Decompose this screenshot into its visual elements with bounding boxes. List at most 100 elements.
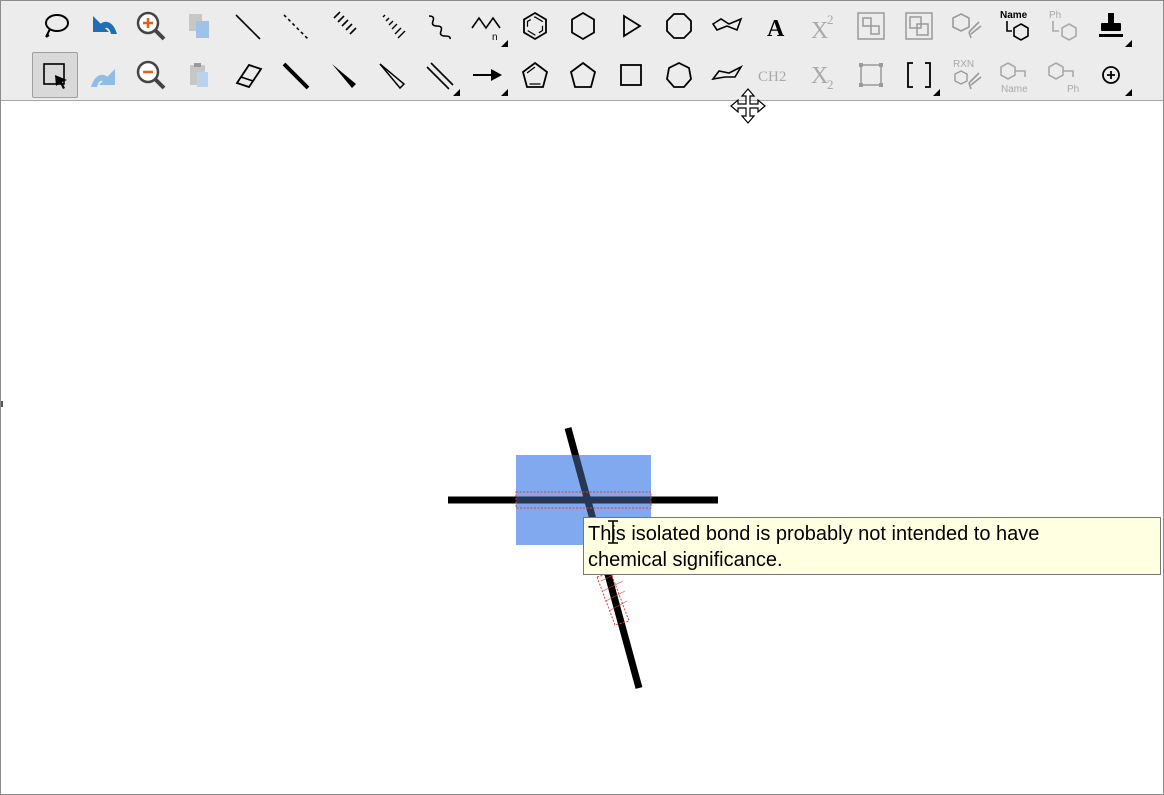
lasso-icon <box>45 14 69 38</box>
tooltip-line-2: chemical significance. <box>588 549 783 571</box>
structure-to-name-icon: Name <box>1000 10 1029 41</box>
molecule-drawing <box>448 427 718 689</box>
group-2-button[interactable] <box>848 52 894 98</box>
wavy-bond-tool[interactable] <box>416 3 462 49</box>
bold-bond-tool[interactable] <box>272 52 318 98</box>
eraser-tool[interactable] <box>224 52 270 98</box>
redo-button[interactable] <box>80 52 126 98</box>
paste-icon <box>190 63 208 87</box>
double-bond-tool[interactable] <box>416 52 462 98</box>
tooltip-line-1: This isolated bond is probably not inten… <box>588 523 1040 545</box>
cyclobutane-tool[interactable] <box>608 52 654 98</box>
cyclobutane-icon <box>620 64 642 86</box>
expand-label-icon: Ph <box>1049 10 1077 41</box>
superscript-tool[interactable]: X2 <box>800 3 846 49</box>
expand-label-button[interactable]: Ph <box>1040 3 1086 49</box>
clean-reaction-button[interactable]: RXN <box>944 52 990 98</box>
drawing-canvas[interactable] <box>1 101 1163 794</box>
single-bond-icon <box>235 14 261 40</box>
hollow-wedge-bond-icon <box>379 63 406 90</box>
ungroup-button[interactable] <box>896 3 942 49</box>
subscript-tool[interactable]: X2 <box>800 52 846 98</box>
wedge-bond-icon <box>332 64 356 88</box>
cyclooctane-tool[interactable] <box>656 3 702 49</box>
charge-tool[interactable] <box>1088 52 1134 98</box>
move-cursor-icon <box>730 88 766 124</box>
clean-reaction-icon: RXN <box>953 59 982 90</box>
zoom-out-icon <box>136 60 166 90</box>
contract-label-button[interactable]: Ph <box>1040 52 1086 98</box>
superscript-label: X <box>811 18 828 44</box>
contract-label-icon: Ph <box>1048 62 1079 95</box>
edge-marker <box>1 401 3 407</box>
subscript-label: X <box>811 63 828 89</box>
hollow-wedge-bond-tool[interactable] <box>368 52 414 98</box>
text-tool[interactable]: A <box>752 3 798 49</box>
warning-tooltip: This isolated bond is probably not inten… <box>583 517 1161 575</box>
cyclooctane-icon <box>666 13 692 39</box>
redo-icon <box>91 69 115 87</box>
superscript-icon: X2 <box>811 12 834 44</box>
cyclopentadiene-tool[interactable] <box>512 52 558 98</box>
ph-label-2: Ph <box>1067 84 1079 95</box>
structure-to-name-button[interactable]: Name <box>992 3 1038 49</box>
text-icon: A <box>767 16 785 42</box>
select-tool[interactable] <box>32 52 78 98</box>
repeat-n-label: n <box>492 32 498 43</box>
cyclopentane-icon <box>569 61 597 88</box>
cyclopentadiene-icon <box>521 61 549 88</box>
undo-button[interactable] <box>80 3 126 49</box>
text-tool-label: A <box>767 16 785 42</box>
chain-tool[interactable]: n <box>464 3 510 49</box>
copy-icon <box>189 14 209 38</box>
benzene-tool[interactable] <box>512 3 558 49</box>
clean-structure-icon <box>952 13 982 39</box>
ch2-label: CH2 <box>758 69 786 85</box>
undo-icon <box>93 16 117 34</box>
cyclopentane-tool[interactable] <box>560 52 606 98</box>
zoom-in-button[interactable] <box>128 3 174 49</box>
hashed-wedge-bond-tool[interactable] <box>368 3 414 49</box>
arrow-tool[interactable] <box>464 52 510 98</box>
bold-bond-icon <box>282 62 310 90</box>
name-to-structure-icon: Name <box>1000 62 1028 95</box>
brackets-tool[interactable] <box>896 52 942 98</box>
ph-label: Ph <box>1049 10 1061 21</box>
cycloheptane-icon <box>666 61 692 88</box>
cyclohexane-chair-icon <box>711 17 743 32</box>
cyclohexane-icon <box>571 11 595 41</box>
rxn-label: RXN <box>953 59 974 70</box>
dashed-bond-icon <box>283 14 309 40</box>
benzene-icon <box>523 11 547 41</box>
cyclohexane-chair-tool[interactable] <box>704 3 750 49</box>
copy-button[interactable] <box>176 3 222 49</box>
clean-structure-button[interactable] <box>944 3 990 49</box>
toolbar: n A X2 Name Ph CH2 X 2 RXN Name Ph <box>1 1 1163 101</box>
single-bond-tool[interactable] <box>224 3 270 49</box>
name-label-2: Name <box>1001 84 1028 95</box>
paste-button[interactable] <box>176 52 222 98</box>
zoom-out-button[interactable] <box>128 52 174 98</box>
lasso-tool[interactable] <box>32 3 78 49</box>
group-button[interactable] <box>848 3 894 49</box>
select-icon <box>43 63 67 89</box>
hashed-bond-tool[interactable] <box>320 3 366 49</box>
dashed-bond-tool[interactable] <box>272 3 318 49</box>
subscript-index: 2 <box>827 77 834 92</box>
group-2-icon <box>859 63 883 87</box>
wedge-bond-tool[interactable] <box>320 52 366 98</box>
subscript-icon: X2 <box>811 63 834 92</box>
cycloheptane-tool[interactable] <box>656 52 702 98</box>
eraser-icon <box>235 63 263 89</box>
name-to-structure-button[interactable]: Name <box>992 52 1038 98</box>
name-label: Name <box>1000 10 1028 21</box>
cyclohexane-tool[interactable] <box>560 3 606 49</box>
group-icon <box>857 12 885 40</box>
hashed-bond-icon <box>333 11 357 35</box>
text-cursor-icon <box>608 520 618 544</box>
cyclopropane-tool[interactable] <box>608 3 654 49</box>
chemdraw-window: n A X2 Name Ph CH2 X 2 RXN Name Ph This … <box>0 0 1164 795</box>
ungroup-icon <box>905 12 933 40</box>
stamp-tool[interactable] <box>1088 3 1134 49</box>
wavy-bond-icon <box>428 15 451 40</box>
